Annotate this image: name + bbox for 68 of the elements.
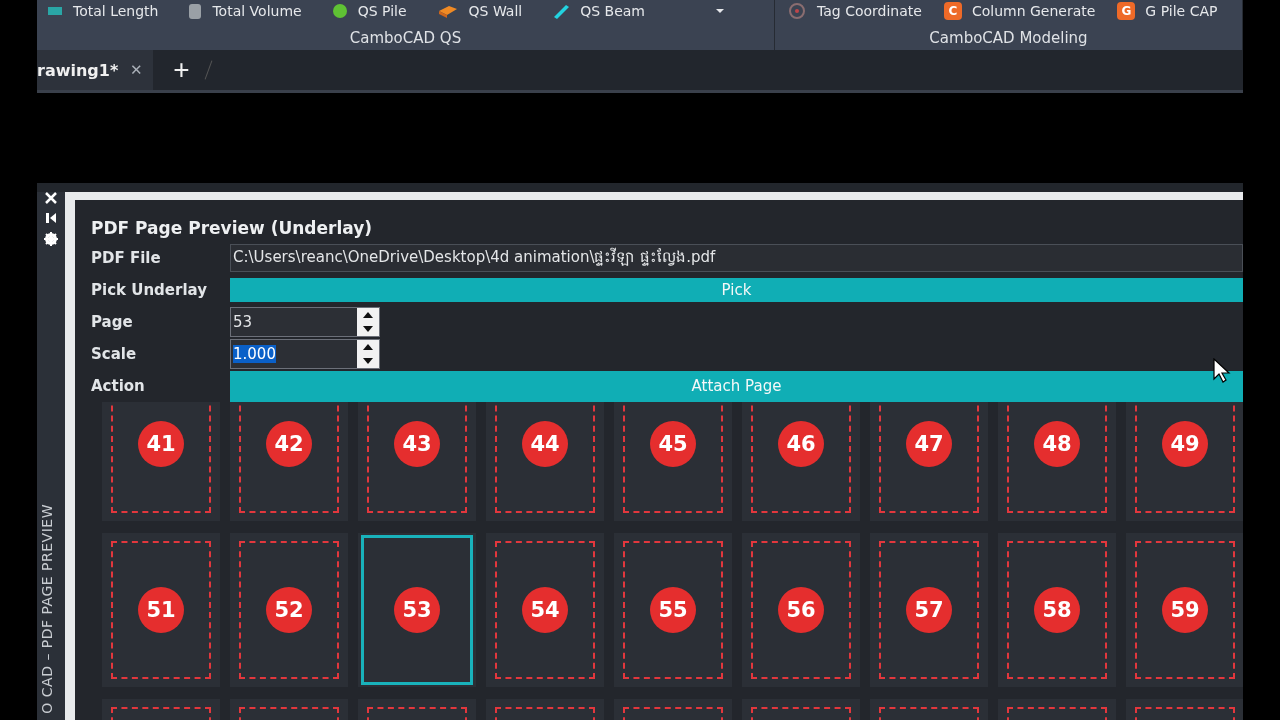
file-path-field[interactable]: C:\Users\reanc\OneDrive\Desktop\4d animation\ផ្ទះវីឡា ផ្ទះល្វែង.pdf — [230, 244, 1243, 272]
page-number-badge: 56 — [778, 587, 824, 633]
page-number-badge: 43 — [394, 421, 440, 467]
page-number-badge: 52 — [266, 587, 312, 633]
page-number-badge: 41 — [138, 421, 184, 467]
beam-icon — [552, 3, 571, 19]
up-arrow-icon[interactable] — [363, 344, 373, 350]
page-thumbnail[interactable]: 58 — [1007, 541, 1107, 679]
number-spinner[interactable]: 1.000 — [230, 339, 380, 369]
page-number-badge: 48 — [1034, 421, 1080, 467]
page-number-badge: 54 — [522, 587, 568, 633]
field-label: Scale — [90, 345, 138, 363]
page-number-badge: 51 — [138, 587, 184, 633]
field-label: Pick Underlay — [90, 281, 208, 299]
ribbon-button[interactable]: QS Beam — [580, 3, 645, 19]
page-thumbnail[interactable]: 52 — [239, 541, 339, 679]
page-thumbnail[interactable]: 53 — [361, 535, 473, 685]
page-number-badge: 53 — [394, 587, 440, 633]
page-thumbnail[interactable]: 57 — [879, 541, 979, 679]
number-spinner[interactable]: 53 — [230, 307, 380, 337]
dropdown-caret-icon[interactable] — [715, 8, 725, 14]
down-arrow-icon[interactable] — [363, 358, 373, 364]
down-arrow-icon[interactable] — [363, 326, 373, 332]
settings-icon[interactable] — [44, 232, 58, 246]
ribbon-button[interactable]: Total Length — [73, 3, 159, 19]
ribbon-group-label: CamboCAD QS — [348, 29, 463, 49]
page-number-badge: 42 — [266, 421, 312, 467]
page-number-badge: 58 — [1034, 587, 1080, 633]
page-number-badge: 45 — [650, 421, 696, 467]
document-tab[interactable]: rawing1* — [37, 60, 119, 80]
page-thumbnail[interactable]: 56 — [751, 541, 851, 679]
brick-icon — [436, 3, 459, 19]
ribbon-button[interactable]: G Pile CAP — [1145, 3, 1218, 19]
palette-title: O CAD – PDF PAGE PREVIEW — [39, 504, 55, 714]
page-thumbnail[interactable]: 55 — [623, 541, 723, 679]
mouse-pointer-icon — [1213, 358, 1231, 384]
cylinder-icon — [188, 2, 203, 20]
collapse-icon[interactable] — [45, 212, 57, 224]
action-button[interactable]: Pick — [230, 278, 1243, 302]
ribbon-group-label: CamboCAD Modeling — [928, 29, 1089, 49]
page-number-badge: 47 — [906, 421, 952, 467]
ribbon-button[interactable]: Total Volume — [212, 3, 302, 19]
page-number-badge: 59 — [1162, 587, 1208, 633]
field-label: Page — [90, 313, 134, 331]
field-label: PDF File — [90, 249, 162, 267]
dialog-title: PDF Page Preview (Underlay) — [90, 217, 373, 240]
field-label: Action — [90, 377, 146, 395]
ribbon-button[interactable]: QS Pile — [357, 3, 407, 19]
close-tab-button[interactable]: ✕ — [130, 61, 144, 79]
circle-icon — [331, 3, 348, 19]
page-thumbnail[interactable]: 51 — [111, 541, 211, 679]
page-number-badge: 49 — [1162, 421, 1208, 467]
target-icon — [787, 2, 807, 20]
new-tab-button[interactable]: + — [173, 56, 190, 84]
ribbon-button[interactable]: Column Generate — [971, 3, 1096, 19]
up-arrow-icon[interactable] — [363, 312, 373, 318]
ribbon-button[interactable]: QS Wall — [468, 3, 523, 19]
page-thumbnail[interactable]: 59 — [1135, 541, 1235, 679]
page-thumbnail[interactable]: 54 — [495, 541, 595, 679]
page-number-badge: 55 — [650, 587, 696, 633]
page-number-badge: 46 — [778, 421, 824, 467]
page-number-badge: 44 — [522, 421, 568, 467]
app-icon: C — [943, 2, 962, 20]
close-icon[interactable] — [45, 192, 57, 204]
ribbon-button[interactable]: Tag Coordinate — [817, 3, 922, 19]
action-button[interactable]: Attach Page — [230, 370, 1243, 402]
page-number-badge: 57 — [906, 587, 952, 633]
app-icon: G — [1117, 2, 1136, 20]
